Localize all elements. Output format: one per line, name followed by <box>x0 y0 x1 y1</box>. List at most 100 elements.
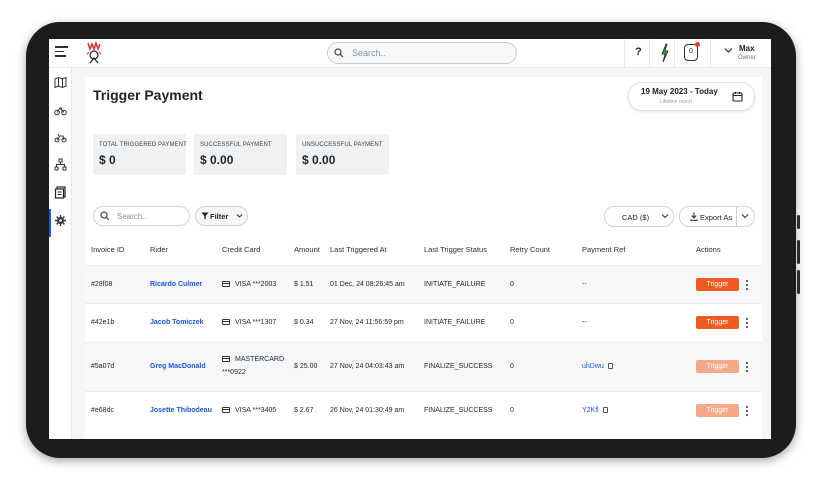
payments-icon[interactable] <box>54 186 67 199</box>
stat-label: Successful Payment <box>200 142 272 148</box>
trigger-status: FINALIZE_SUCCESS <box>424 407 493 414</box>
payment-ref: -- <box>582 319 587 326</box>
retry-count: 0 <box>510 319 514 326</box>
lightning-bolt-icon[interactable] <box>660 43 670 63</box>
more-options-icon[interactable] <box>746 318 749 329</box>
gear-icon[interactable] <box>54 214 67 227</box>
more-options-icon[interactable] <box>746 406 749 417</box>
trigger-button[interactable]: Trigger <box>696 404 739 417</box>
column-header[interactable]: Last Trigger Status <box>424 245 487 254</box>
amount: $ 1.51 <box>294 281 314 288</box>
rider-link[interactable]: Ricardo Culmer <box>150 281 202 288</box>
table-row: #28f08 Ricardo Culmer VISA ***2003 $ 1.5… <box>85 265 762 303</box>
column-header[interactable]: Invoice ID <box>91 245 124 254</box>
credit-card: MASTERCARD <box>222 356 284 363</box>
chevron-down-icon <box>661 214 669 219</box>
credit-card-icon <box>222 281 230 288</box>
stat-value: $ 0.00 <box>302 153 336 167</box>
chevron-down-icon <box>236 214 243 218</box>
page-title: Trigger Payment <box>93 87 203 103</box>
sidebar-active-indicator <box>49 209 51 237</box>
last-triggered-at: 27 Nov, 24 11:56:59 pm <box>330 319 404 326</box>
hierarchy-icon[interactable] <box>54 158 67 171</box>
last-triggered-at: 01 Dec, 24 08:26:45 am <box>330 281 405 288</box>
credit-card-icon <box>222 319 230 326</box>
trigger-status: INITIATE_FAILURE <box>424 319 486 326</box>
copy-icon[interactable] <box>607 363 613 370</box>
chevron-down-icon[interactable] <box>724 47 733 54</box>
export-button[interactable]: Export As <box>679 206 755 227</box>
help-button[interactable]: ? <box>635 46 642 58</box>
divider <box>649 39 650 68</box>
bike-icon[interactable] <box>54 104 67 117</box>
stat-value: $ 0.00 <box>200 153 234 167</box>
rider-link[interactable]: Greg MacDonald <box>150 363 206 370</box>
column-header[interactable]: Amount <box>294 245 320 254</box>
date-range-picker[interactable]: 19 May 2023 - Today Lifetime report <box>628 82 755 111</box>
credit-card: VISA ***3405 <box>222 407 276 414</box>
trigger-status: FINALIZE_SUCCESS <box>424 363 493 370</box>
filter-label: Filter <box>210 212 229 221</box>
credit-card-icon <box>222 356 230 363</box>
column-header[interactable]: Rider <box>150 245 168 254</box>
column-header[interactable]: Credit Card <box>222 245 260 254</box>
amount: $ 2.67 <box>294 407 314 414</box>
last-triggered-at: 27 Nov, 24 04:03:43 am <box>330 363 405 370</box>
calendar-icon <box>732 92 743 102</box>
amount: $ 25.00 <box>294 363 318 370</box>
card-number-suffix: ***0922 <box>222 369 246 376</box>
column-header[interactable]: Last Triggered At <box>330 245 387 254</box>
map-icon[interactable] <box>54 76 67 89</box>
app-screen: Search.. ? 0 Max Owner Trigger Payment 1… <box>49 39 771 439</box>
payment-ref-value: uhDwu <box>582 363 604 370</box>
chevron-down-icon[interactable] <box>741 213 749 220</box>
card-number: MASTERCARD <box>235 356 285 363</box>
stat-label: Unsuccessful Payment <box>302 142 383 148</box>
column-header[interactable]: Actions <box>696 245 721 254</box>
copy-icon[interactable] <box>602 407 608 414</box>
rider-link[interactable]: Jacob Tomiczek <box>150 319 204 326</box>
stat-successful: Successful Payment $ 0.00 <box>194 134 287 175</box>
divider <box>710 39 711 68</box>
tablet-side-button <box>797 215 800 229</box>
date-range-caption: Lifetime report <box>660 99 692 105</box>
notification-dot <box>695 42 700 47</box>
payment-ref[interactable]: Y2Kfl <box>582 407 608 414</box>
retry-count: 0 <box>510 281 514 288</box>
invoice-id: #5a07d <box>91 363 115 370</box>
scooter-icon[interactable] <box>54 131 67 144</box>
trigger-button[interactable]: Trigger <box>696 316 739 329</box>
payment-ref[interactable]: uhDwu <box>582 363 613 370</box>
tablet-volume-button <box>797 240 800 264</box>
column-header[interactable]: Payment Ref <box>582 245 625 254</box>
trigger-button[interactable]: Trigger <box>696 360 739 373</box>
currency-value: CAD ($) <box>622 213 650 222</box>
top-bar: Search.. ? 0 Max Owner <box>49 39 771 68</box>
more-options-icon[interactable] <box>746 362 749 373</box>
sidebar <box>49 68 72 439</box>
retry-count: 0 <box>510 363 514 370</box>
trigger-button[interactable]: Trigger <box>696 278 739 291</box>
credit-card: VISA ***2003 <box>222 281 276 288</box>
search-placeholder: Search.. <box>117 212 147 221</box>
last-triggered-at: 26 Nov, 24 01:30:49 am <box>330 407 405 414</box>
invoice-id: #28f08 <box>91 281 113 288</box>
rider-link[interactable]: Josette Thibodeau <box>150 407 212 414</box>
hamburger-menu-icon[interactable] <box>55 46 68 59</box>
brand-logo[interactable] <box>86 40 102 65</box>
currency-select[interactable]: CAD ($) <box>604 206 674 227</box>
search-icon <box>334 48 344 58</box>
column-header[interactable]: Retry Count <box>510 245 550 254</box>
card-number: VISA ***2003 <box>235 281 277 288</box>
stat-value: $ 0 <box>99 153 116 167</box>
global-search-input[interactable]: Search.. <box>327 42 517 64</box>
export-label: Export As <box>700 213 733 222</box>
user-name[interactable]: Max <box>739 44 755 53</box>
card-number: VISA ***3405 <box>235 407 277 414</box>
table-search-input[interactable]: Search.. <box>93 206 190 226</box>
notification-bell-icon[interactable]: 0 <box>684 42 700 61</box>
filter-button[interactable]: Filter <box>195 206 248 226</box>
more-options-icon[interactable] <box>746 280 749 291</box>
invoice-id: #42e1b <box>91 319 115 326</box>
amount: $ 0.34 <box>294 319 314 326</box>
